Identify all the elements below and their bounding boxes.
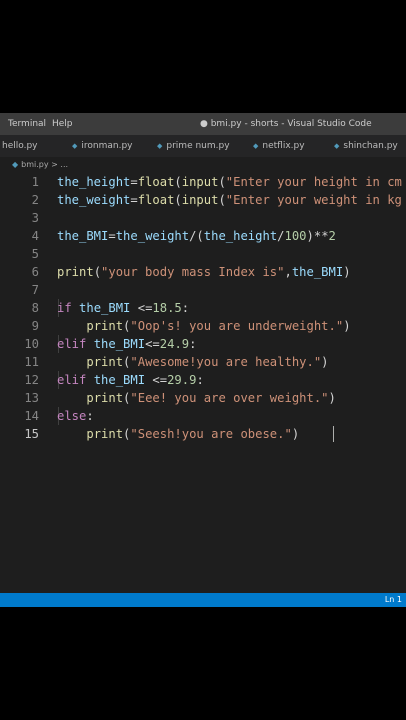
window-title: ● bmi.py - shorts - Visual Studio Code xyxy=(200,119,372,129)
tab-label: ironman.py xyxy=(81,141,133,151)
tab-netflix-py[interactable]: ◆ netflix.py xyxy=(253,141,305,151)
code-text: else: xyxy=(57,409,94,423)
line-number: 8 xyxy=(31,301,39,315)
code-line: 9 print("Oop's! you are underweight.") xyxy=(0,317,406,335)
python-icon: ◆ xyxy=(157,142,163,150)
status-bar: Ln 1 xyxy=(0,593,406,607)
code-line: 1 the_height=float(input("Enter your hei… xyxy=(0,173,406,191)
code-editor[interactable]: 1 the_height=float(input("Enter your hei… xyxy=(0,173,406,593)
tab-hello-py[interactable]: hello.py xyxy=(2,141,38,151)
line-number: 2 xyxy=(31,193,39,207)
breadcrumb-text: bmi.py > ... xyxy=(21,160,69,169)
code-text: print("Seesh!you are obese.") xyxy=(86,427,300,441)
code-line: 11 print("Awesome!you are healthy.") xyxy=(0,353,406,371)
code-line: 4 the_BMI=the_weight/(the_height/100)**2 xyxy=(0,227,406,245)
tab-prime-num-py[interactable]: ◆ prime num.py xyxy=(157,141,230,151)
line-number: 12 xyxy=(24,373,39,387)
breadcrumb-path[interactable]: ◆ bmi.py > ... xyxy=(12,160,68,169)
vscode-window: Terminal Help ● bmi.py - shorts - Visual… xyxy=(0,113,406,607)
code-line: 2 the_weight=float(input("Enter your wei… xyxy=(0,191,406,209)
line-number: 4 xyxy=(31,229,39,243)
line-number: 7 xyxy=(31,283,39,297)
tab-bar: hello.py ◆ ironman.py ◆ prime num.py ◆ n… xyxy=(0,135,406,157)
tab-label: hello.py xyxy=(2,141,38,151)
line-number: 1 xyxy=(31,175,39,189)
tab-label: netflix.py xyxy=(262,141,305,151)
code-text: print("Awesome!you are healthy.") xyxy=(86,355,329,369)
line-number: 9 xyxy=(31,319,39,333)
line-number: 10 xyxy=(24,337,39,351)
code-line: 14 else: xyxy=(0,407,406,425)
code-line: 7 xyxy=(0,281,406,299)
code-line: 6 print("your body mass Index is",the_BM… xyxy=(0,263,406,281)
code-line-active: 15 print("Seesh!you are obese.") xyxy=(0,425,406,443)
code-text: the_BMI=the_weight/(the_height/100)**2 xyxy=(57,229,336,243)
line-number: 5 xyxy=(31,247,39,261)
menu-help[interactable]: Help xyxy=(52,119,73,129)
code-text: if the_BMI <=18.5: xyxy=(57,301,190,315)
code-line: 12 elif the_BMI <=29.9: xyxy=(0,371,406,389)
code-line: 3 xyxy=(0,209,406,227)
tab-label: shinchan.py xyxy=(343,141,398,151)
python-icon: ◆ xyxy=(253,142,259,150)
cursor-position[interactable]: Ln 1 xyxy=(385,595,402,604)
code-text: print("your body mass Index is",the_BMI) xyxy=(57,265,351,279)
text-cursor xyxy=(333,426,334,442)
title-bar: Terminal Help ● bmi.py - shorts - Visual… xyxy=(0,113,406,135)
line-number: 3 xyxy=(31,211,39,225)
code-text: elif the_BMI <=29.9: xyxy=(57,373,204,387)
tab-label: prime num.py xyxy=(166,141,230,151)
tab-ironman-py[interactable]: ◆ ironman.py xyxy=(72,141,133,151)
line-number: 11 xyxy=(24,355,39,369)
code-line: 5 xyxy=(0,245,406,263)
line-number: 14 xyxy=(24,409,39,423)
tab-shinchan-py[interactable]: ◆ shinchan.py xyxy=(334,141,398,151)
code-text: the_weight=float(input("Enter your weigh… xyxy=(57,193,402,207)
python-icon: ◆ xyxy=(12,160,19,169)
menu-terminal[interactable]: Terminal xyxy=(8,119,46,129)
code-text: the_height=float(input("Enter your heigh… xyxy=(57,175,402,189)
code-text: elif the_BMI<=24.9: xyxy=(57,337,197,351)
code-line: 13 print("Eee! you are over weight.") xyxy=(0,389,406,407)
code-text: print("Eee! you are over weight.") xyxy=(86,391,336,405)
python-icon: ◆ xyxy=(334,142,340,150)
code-text: print("Oop's! you are underweight.") xyxy=(86,319,351,333)
line-number: 6 xyxy=(31,265,39,279)
python-icon: ◆ xyxy=(72,142,78,150)
code-line: 10 elif the_BMI<=24.9: xyxy=(0,335,406,353)
breadcrumb: ◆ bmi.py > ... xyxy=(0,157,406,173)
line-number: 13 xyxy=(24,391,39,405)
code-line: 8 if the_BMI <=18.5: xyxy=(0,299,406,317)
line-number: 15 xyxy=(24,427,39,441)
